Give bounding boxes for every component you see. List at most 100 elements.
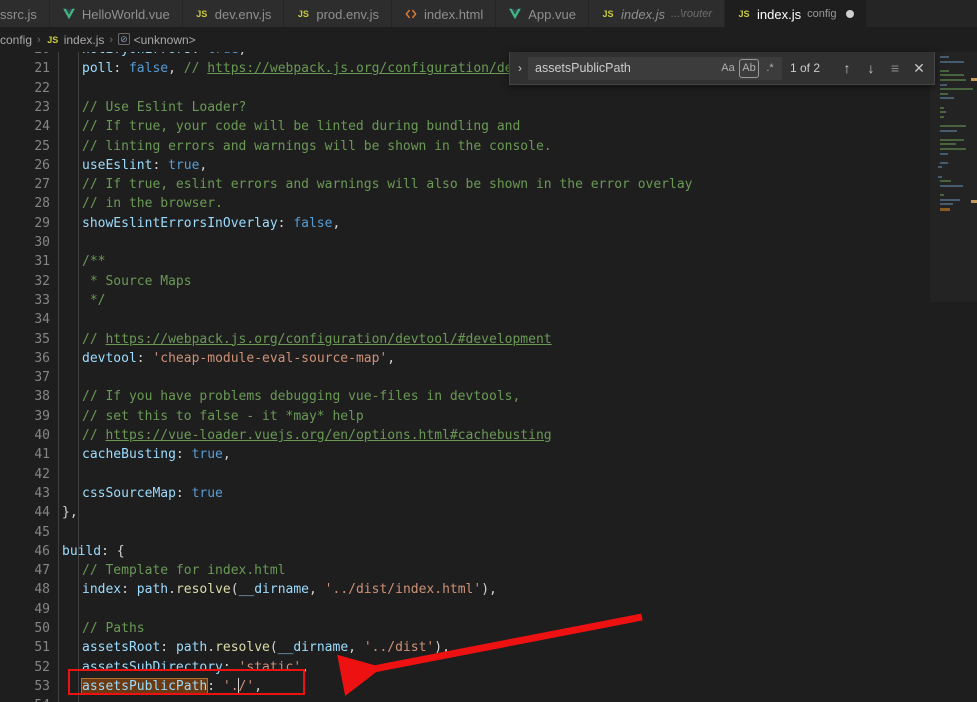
code-line[interactable]: 41 cacheBusting: true, — [0, 445, 930, 464]
find-match-count: 1 of 2 — [790, 61, 821, 75]
code-line[interactable]: 45 — [0, 523, 930, 542]
minimap-line — [940, 184, 963, 187]
code-line[interactable]: 34 — [0, 310, 930, 329]
minimap-line — [940, 161, 948, 164]
breadcrumb-item-0[interactable]: config — [0, 33, 32, 47]
editor-tab-bar: ssrc.js HelloWorld.vue JS dev.env.js JS prod.… — [0, 0, 977, 28]
breadcrumb[interactable]: config › JS index.js › ⊘ <unknown> — [0, 28, 977, 52]
close-find-icon[interactable]: ✕ — [908, 57, 930, 79]
line-number: 37 — [34, 370, 50, 386]
code-line[interactable]: 25 // linting errors and warnings will be… — [0, 137, 930, 156]
line-text: poll: false, // https://webpack.js.org/c… — [82, 61, 521, 77]
minimap-line — [940, 129, 958, 132]
minimap[interactable] — [930, 52, 977, 702]
code-line[interactable]: 50 // Paths — [0, 619, 930, 638]
symbol-unknown-icon: ⊘ — [118, 33, 130, 45]
code-line[interactable]: 30 — [0, 233, 930, 252]
find-widget[interactable]: › Aa Ab .* 1 of 2 ↑ ↓ ≡ ✕ — [509, 52, 935, 85]
minimap-line — [938, 175, 943, 178]
editor-tab-index-html[interactable]: index.html — [392, 0, 497, 27]
line-number: 40 — [34, 428, 50, 443]
line-text: // set this to false - it *may* help — [82, 408, 364, 424]
code-line[interactable]: 39 // set this to false - it *may* help — [0, 407, 930, 426]
breadcrumb-item-2[interactable]: ⊘ <unknown> — [118, 33, 196, 47]
code-line[interactable]: 44}, — [0, 503, 930, 522]
tab-label: ssrc.js — [0, 6, 37, 22]
tab-dirty-indicator[interactable] — [846, 10, 855, 18]
js-file-icon: JS — [196, 9, 208, 19]
line-number: 31 — [34, 254, 50, 270]
line-number: 39 — [34, 408, 50, 424]
code-line[interactable]: 31 /** — [0, 252, 930, 271]
code-line[interactable]: 27 // If true, eslint errors and warnings… — [0, 175, 930, 194]
code-line[interactable]: 51 assetsRoot: path.resolve(__dirname, '.… — [0, 638, 930, 657]
code-line[interactable]: 32 * Source Maps — [0, 272, 930, 291]
code-line[interactable]: 52 assetsSubDirectory: 'static', — [0, 658, 930, 677]
find-input-box[interactable]: Aa Ab .* — [528, 56, 782, 80]
code-line[interactable]: 38 // If you have problems debugging vue-… — [0, 387, 930, 406]
code-line[interactable]: 33 */ — [0, 291, 930, 310]
editor-tab-index-js[interactable]: JS index.js config — [725, 0, 868, 27]
find-input[interactable] — [535, 61, 718, 75]
line-number: 34 — [34, 312, 50, 328]
editor-tab-prod-env-js[interactable]: JS prod.env.js — [284, 0, 393, 27]
minimap-line — [940, 106, 945, 109]
code-editor[interactable]: 20 notifyOnErrors: true, 21 poll: false, //… — [0, 52, 977, 702]
line-number: 23 — [34, 99, 50, 115]
js-file-icon: JS — [47, 35, 59, 45]
code-line[interactable]: 42 — [0, 465, 930, 484]
minimap-line — [940, 111, 946, 114]
code-line[interactable]: 23 // Use Eslint Loader? — [0, 98, 930, 117]
code-line[interactable]: 37 — [0, 368, 930, 387]
minimap-line — [940, 152, 949, 155]
code-line[interactable]: 36 devtool: 'cheap-module-eval-source-map… — [0, 349, 930, 368]
code-line[interactable]: 28 // in the browser. — [0, 194, 930, 213]
tab-label: dev.env.js — [214, 6, 272, 22]
code-line[interactable]: 46 build: { — [0, 542, 930, 561]
breadcrumb-item-1[interactable]: JS index.js — [46, 33, 105, 47]
code-line[interactable]: 49 — [0, 600, 930, 619]
code-line[interactable]: 54 — [0, 696, 930, 702]
code-line[interactable]: 24 // If true, your code will be linted d… — [0, 117, 930, 136]
find-actions: ↑ ↓ ≡ ✕ — [836, 57, 930, 79]
vue-file-icon — [62, 7, 76, 21]
line-number: 41 — [34, 447, 50, 463]
code-line[interactable]: 35 // https://webpack.js.org/configuratio… — [0, 330, 930, 349]
use-regex-icon[interactable]: .* — [760, 59, 780, 78]
line-text: index: path.resolve(__dirname, '../dist/… — [82, 582, 497, 598]
tab-label: index.js — [757, 6, 802, 22]
code-line[interactable]: 29 showEslintErrorsInOverlay: false, — [0, 214, 930, 233]
find-previous-icon[interactable]: ↑ — [836, 57, 858, 79]
code-line[interactable]: 40 // https://vue-loader.vuejs.org/en/opt… — [0, 426, 930, 445]
line-text: // If true, eslint errors and warnings w… — [82, 177, 693, 193]
toggle-replace-icon[interactable]: › — [514, 54, 526, 82]
minimap-line — [940, 115, 945, 118]
editor-tab-app-vue[interactable]: App.vue — [496, 0, 589, 27]
line-number: 27 — [34, 177, 50, 193]
code-lines[interactable]: 20 notifyOnErrors: true, 21 poll: false, //… — [0, 52, 930, 702]
code-line[interactable]: 26 useEslint: true, — [0, 156, 930, 175]
find-next-icon[interactable]: ↓ — [860, 57, 882, 79]
editor-tab-ssrc-js[interactable]: ssrc.js — [0, 0, 50, 27]
line-text: // Template for index.html — [82, 563, 286, 579]
editor-tab-helloworld-vue[interactable]: HelloWorld.vue — [49, 0, 183, 27]
code-line[interactable]: 53 assetsPublicPath: './', — [0, 677, 930, 696]
minimap-line — [940, 56, 950, 58]
tab-label: prod.env.js — [316, 6, 380, 22]
code-line[interactable]: 43 cssSourceMap: true — [0, 484, 930, 503]
minimap-line — [940, 125, 966, 127]
match-case-icon[interactable]: Aa — [718, 59, 738, 78]
editor-tab-dev-env-js[interactable]: JS dev.env.js — [182, 0, 285, 27]
code-line[interactable]: 47 // Template for index.html — [0, 561, 930, 580]
html-file-icon — [404, 7, 418, 21]
find-match-current: assetsPublicPath — [80, 677, 209, 695]
whole-word-icon[interactable]: Ab — [739, 58, 759, 78]
find-in-selection-icon[interactable]: ≡ — [884, 57, 906, 79]
tab-description: ...\router — [671, 8, 713, 20]
line-number: 53 — [34, 678, 50, 694]
tab-label: App.vue — [528, 6, 576, 22]
editor-tab-index-js[interactable]: JS index.js ...\router — [588, 0, 726, 27]
minimap-line — [940, 148, 966, 150]
breadcrumb-label: index.js — [63, 33, 105, 47]
code-line[interactable]: 48 index: path.resolve(__dirname, '../dis… — [0, 580, 930, 599]
